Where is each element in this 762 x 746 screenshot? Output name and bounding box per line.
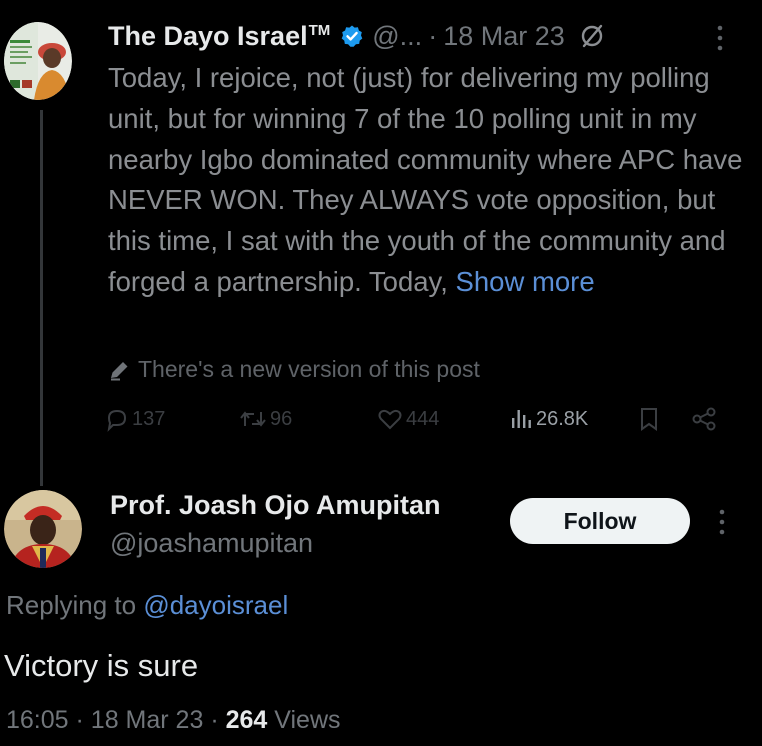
reply-author-handle[interactable]: @joashamupitan	[110, 528, 313, 559]
repost-count: 96	[270, 407, 293, 430]
more-icon[interactable]	[712, 20, 728, 56]
tweet-action-bar: 137 96 444 26.8K	[100, 406, 730, 450]
reply-text: Victory is sure	[4, 648, 199, 683]
views-count: 26.8K	[536, 407, 589, 430]
share-icon	[692, 407, 716, 431]
avatar[interactable]	[4, 490, 82, 568]
repost-button[interactable]: 96	[238, 406, 292, 432]
replying-to-prefix: Replying to	[6, 590, 144, 620]
avatar[interactable]	[4, 22, 72, 100]
reply-author-name[interactable]: Prof. Joash Ojo Amupitan	[110, 490, 441, 521]
reply-count: 137	[132, 407, 166, 430]
author-handle[interactable]: @...	[372, 21, 422, 52]
views-button[interactable]: 26.8K	[508, 406, 588, 432]
share-button[interactable]	[690, 406, 720, 432]
separator-dot: ·	[75, 706, 84, 734]
tweet-body: Today, I rejoice, not (just) for deliver…	[108, 58, 748, 303]
reply-time[interactable]: 16:05	[6, 706, 69, 734]
grok-icon[interactable]	[579, 23, 605, 49]
new-version-text: There's a new version of this post	[138, 356, 480, 382]
author-name[interactable]: The Dayo IsraelTM	[108, 21, 330, 52]
show-more-link[interactable]: Show more	[456, 266, 595, 297]
retweet-icon	[240, 411, 266, 427]
like-count: 444	[406, 407, 440, 430]
tweet-header: The Dayo IsraelTM @... · 18 Mar 23	[108, 16, 605, 56]
tweet-text: Today, I rejoice, not (just) for deliver…	[108, 62, 743, 297]
trademark-sup: TM	[308, 21, 331, 39]
verified-icon	[341, 25, 363, 47]
reply-date[interactable]: 18 Mar 23	[91, 706, 204, 734]
heart-icon	[378, 409, 402, 430]
reply-icon	[107, 409, 127, 432]
thread-connector-line	[40, 110, 43, 486]
reply-meta: 16:05 · 18 Mar 23 · 264 Views	[6, 706, 341, 735]
bookmark-icon	[641, 408, 657, 431]
views-chart-icon	[512, 410, 531, 428]
like-button[interactable]: 444	[376, 406, 439, 432]
replying-to-handle-link[interactable]: @dayoisrael	[143, 590, 288, 620]
reply-views-label: Views	[274, 706, 341, 734]
replying-to-line: Replying to @dayoisrael	[6, 590, 288, 621]
reply-button[interactable]: 137	[104, 406, 165, 432]
follow-button[interactable]: Follow	[510, 498, 690, 544]
author-name-text: The Dayo Israel	[108, 20, 308, 51]
reply-views-count: 264	[225, 706, 268, 734]
separator-dot: ·	[210, 706, 219, 734]
pencil-icon	[111, 361, 128, 380]
tweet-date[interactable]: 18 Mar 23	[443, 21, 565, 52]
bookmark-button[interactable]	[636, 406, 664, 432]
more-icon[interactable]	[714, 504, 730, 540]
separator-dot: ·	[428, 20, 438, 51]
new-version-notice[interactable]: There's a new version of this post	[108, 356, 480, 383]
